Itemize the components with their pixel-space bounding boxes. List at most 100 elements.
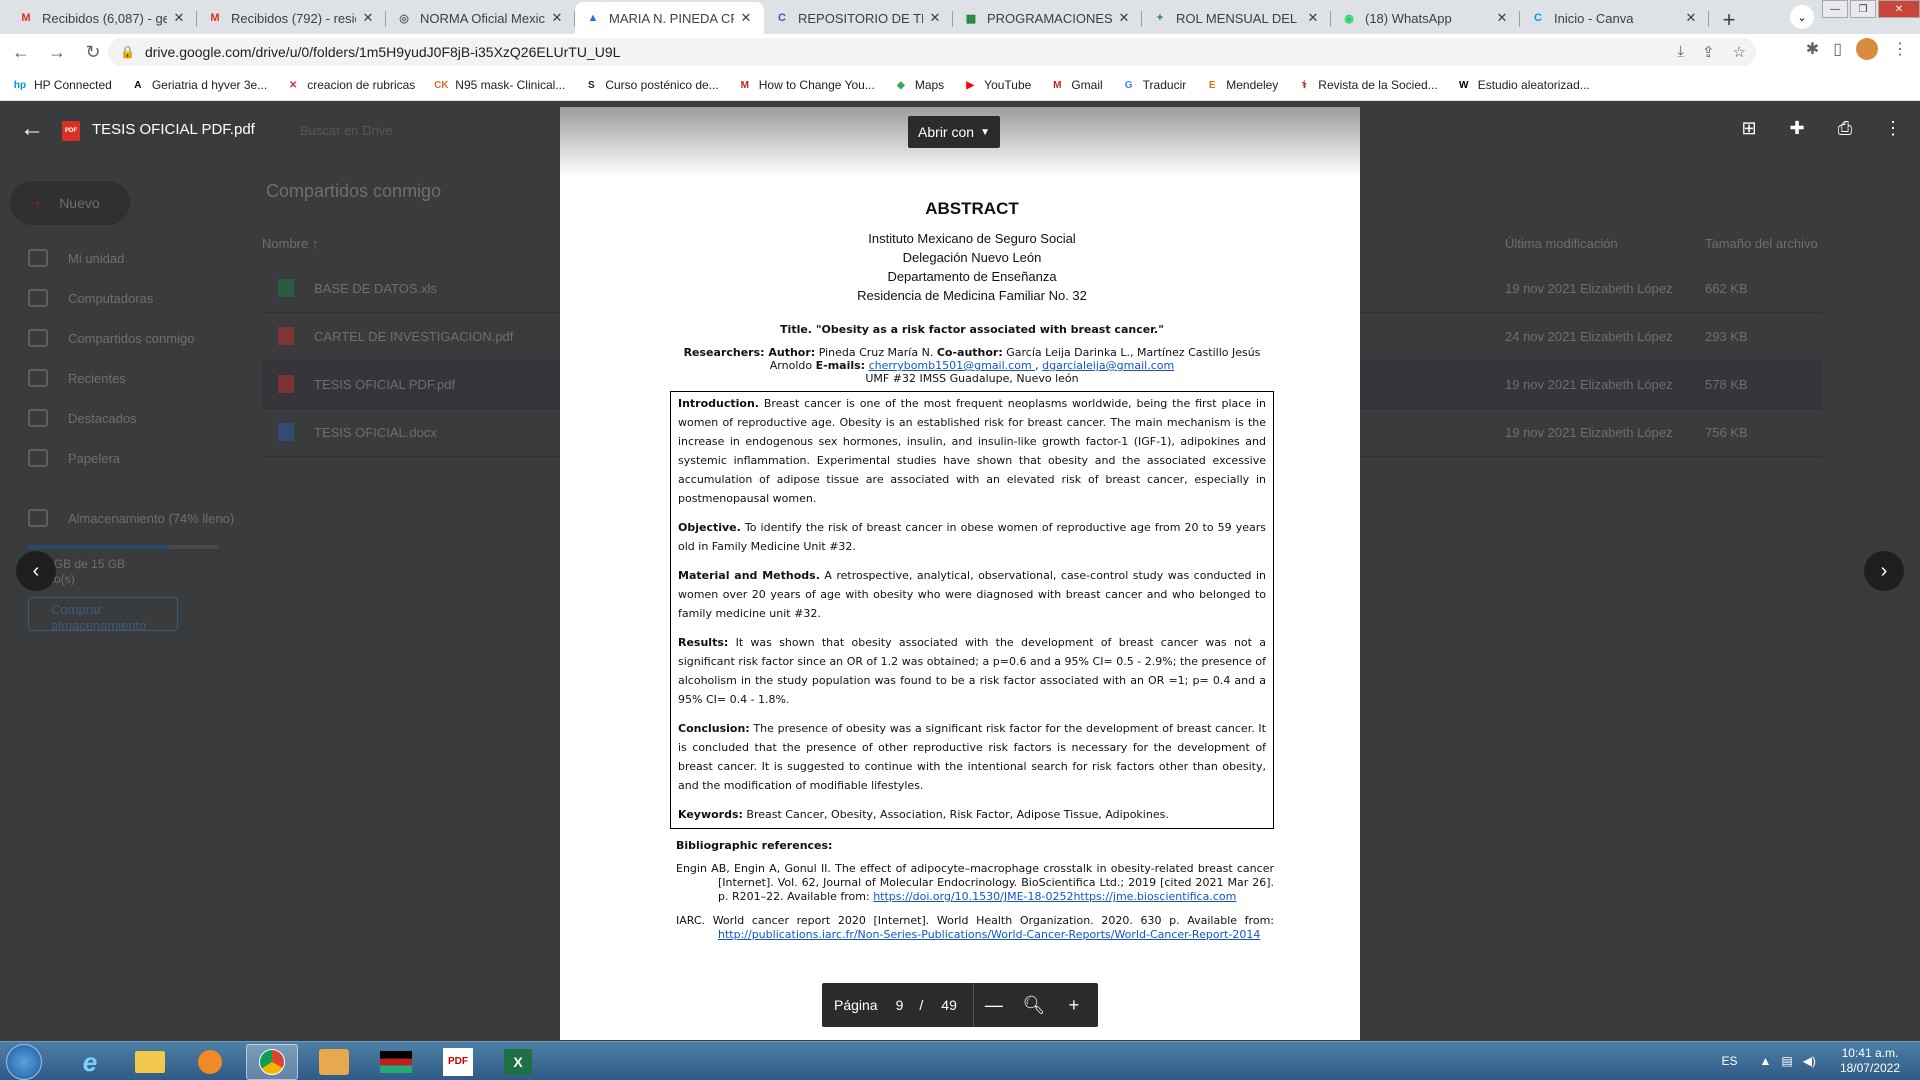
more-options-icon[interactable]: ⋮ [1882, 117, 1904, 139]
sidebar-item-storage[interactable]: Almacenamiento (74% lleno) [28, 509, 234, 527]
share-icon[interactable]: ⇪ [1702, 43, 1715, 61]
minimize-button[interactable]: — [1822, 0, 1848, 18]
reload-icon[interactable]: ↻ [78, 37, 108, 67]
sidebar-item-computadoras[interactable]: Computadoras [28, 289, 153, 307]
bookmark-label: N95 mask- Clinical... [455, 78, 566, 92]
bookmark-item[interactable]: S Curso posténico de... [583, 77, 719, 93]
bookmark-item[interactable]: ✕ creacion de rubricas [285, 77, 415, 93]
col-size-header[interactable]: Tamaño del archivo [1705, 236, 1818, 251]
new-tab-button[interactable]: + [1713, 6, 1745, 34]
network-icon[interactable]: ▤ [1781, 1054, 1792, 1068]
tab-close-icon[interactable]: ✕ [171, 10, 187, 26]
url-text[interactable]: drive.google.com/drive/u/0/folders/1m5H9… [145, 44, 620, 60]
sidebar-item-recientes[interactable]: Recientes [28, 369, 126, 387]
bookmark-item[interactable]: ◆ Maps [893, 77, 944, 93]
back-arrow-icon[interactable]: ← [6, 37, 36, 67]
ie-icon[interactable]: e [64, 1044, 116, 1080]
browser-tab[interactable]: ▦ PROGRAMACIONES MEI✕ [953, 2, 1142, 34]
bookmark-star-icon[interactable]: ☆ [1733, 43, 1746, 61]
email-link[interactable]: cherrybomb1501@gmail.com [869, 359, 1036, 372]
breadcrumb[interactable]: Compartidos conmigo [266, 181, 441, 202]
explorer-folder-icon[interactable] [124, 1044, 176, 1080]
file-name: BASE DE DATOS.xls [314, 281, 438, 296]
previous-file-button[interactable]: ‹ [16, 551, 56, 591]
extensions-icon[interactable]: ✱ [1806, 39, 1819, 59]
sidebar-item-papelera[interactable]: Papelera [28, 449, 120, 467]
tab-search-icon[interactable]: ⌄ [1790, 5, 1814, 29]
sidebar-item-compartidos[interactable]: Compartidos conmigo [28, 329, 194, 347]
lock-icon: 🔒 [120, 45, 135, 59]
tab-close-icon[interactable]: ✕ [1683, 10, 1699, 26]
zoom-in-button[interactable]: + [1054, 995, 1094, 1016]
browser-tab[interactable]: C Inicio - Canva ✕ [1520, 2, 1709, 34]
tab-close-icon[interactable]: ✕ [549, 10, 565, 26]
tab-close-icon[interactable]: ✕ [1494, 10, 1510, 26]
browser-tab[interactable]: M Recibidos (792) - reside ✕ [197, 2, 386, 34]
sidebar-item-destacados[interactable]: Destacados [28, 409, 137, 427]
col-name-header[interactable]: Nombre ↑ [262, 236, 318, 251]
buy-storage-button[interactable]: Comprar almacenamiento [28, 597, 178, 633]
tray-arrow-icon[interactable]: ▲ [1759, 1054, 1771, 1068]
install-icon[interactable]: ⤓ [1677, 43, 1684, 61]
tab-close-icon[interactable]: ✕ [360, 10, 376, 26]
address-bar[interactable]: 🔒 drive.google.com/drive/u/0/folders/1m5… [108, 38, 1756, 66]
media-player-icon[interactable] [184, 1044, 236, 1080]
tab-close-icon[interactable]: ✕ [1116, 10, 1132, 26]
profile-avatar[interactable] [1856, 38, 1878, 60]
browser-tab[interactable]: M Recibidos (6,087) - gem ✕ [8, 2, 197, 34]
windows-taskbar: e PDF X ES ▲ ▤ ◀) 10:41 a.m. 18/07/2022 [0, 1041, 1920, 1080]
browser-tab[interactable]: + ROL MENSUAL DEL PO✕ [1142, 2, 1331, 34]
clock[interactable]: 10:41 a.m. 18/07/2022 [1840, 1046, 1900, 1076]
forward-arrow-icon[interactable]: → [42, 37, 72, 67]
print-icon[interactable]: ⎙ [1834, 117, 1856, 139]
browser-tab[interactable]: ◉ (18) WhatsApp ✕ [1331, 2, 1520, 34]
sidebar-item-mi-unidad[interactable]: Mi unidad [28, 249, 124, 267]
browser-tab[interactable]: C REPOSITORIO DE TESIS✕ [764, 2, 953, 34]
back-arrow-icon[interactable]: ← [20, 115, 44, 143]
next-file-button[interactable]: › [1864, 551, 1904, 591]
col-modified-header[interactable]: Última modificación [1505, 236, 1618, 251]
language-indicator[interactable]: ES [1721, 1054, 1737, 1068]
reference-link[interactable]: https://doi.org/10.1530/JME-18-0252https… [873, 890, 1236, 903]
zoom-icon[interactable]: 🔍︎ [1014, 995, 1054, 1016]
bookmark-item[interactable]: CK N95 mask- Clinical... [433, 77, 565, 93]
zoom-out-button[interactable]: — [974, 995, 1014, 1016]
bookmark-item[interactable]: M How to Change You... [737, 77, 875, 93]
tab-close-icon[interactable]: ✕ [927, 10, 943, 26]
clock-date: 18/07/2022 [1839, 1061, 1900, 1075]
reference-link[interactable]: http://publications.iarc.fr/Non-Series-P… [718, 928, 1260, 941]
excel-icon[interactable]: X [492, 1044, 544, 1080]
messenger-icon[interactable] [308, 1044, 360, 1080]
start-button[interactable] [6, 1044, 42, 1080]
tab-favicon-icon: ◉ [1344, 12, 1354, 25]
bookmark-item[interactable]: hp HP Connected [12, 77, 112, 93]
file-type-icon [278, 327, 294, 345]
maximize-button[interactable]: ❐ [1850, 0, 1876, 18]
menu-kebab-icon[interactable]: ⋮ [1892, 39, 1908, 59]
add-comment-icon[interactable]: ✚ [1786, 117, 1808, 139]
volume-icon[interactable]: ◀) [1803, 1054, 1816, 1068]
side-panel-icon[interactable]: ▯ [1833, 39, 1842, 59]
browser-tab[interactable]: ◎ NORMA Oficial Mexicana✕ [386, 2, 575, 34]
bookmark-item[interactable]: E Mendeley [1204, 77, 1278, 93]
email-link[interactable]: dgarcialeija@gmail.com [1042, 359, 1174, 372]
open-with-button[interactable]: Abrir con ▼ [908, 116, 1000, 148]
flag-app-icon[interactable] [370, 1044, 422, 1080]
bookmark-item[interactable]: G Traducir [1121, 77, 1186, 93]
tab-close-icon[interactable]: ✕ [738, 10, 754, 26]
bookmark-item[interactable]: ▶ YouTube [962, 77, 1031, 93]
bookmark-item[interactable]: W Estudio aleatorizad... [1456, 77, 1590, 93]
open-with-label: Abrir con [918, 124, 975, 140]
bookmark-item[interactable]: M Gmail [1049, 77, 1103, 93]
page-number-input[interactable]: 9 [896, 997, 904, 1013]
bookmark-item[interactable]: A Geriatria d hyver 3e... [130, 77, 267, 93]
add-to-drive-icon[interactable]: ⊞ [1738, 117, 1760, 139]
new-button[interactable]: + Nuevo [10, 181, 130, 225]
browser-tab[interactable]: ▲ MARIA N. PINEDA CRUZ✕ [575, 2, 764, 34]
pdf-app-icon[interactable]: PDF [432, 1044, 484, 1080]
close-window-button[interactable]: ✕ [1878, 0, 1920, 18]
bookmark-item[interactable]: ⚕ Revista de la Socied... [1296, 77, 1438, 93]
tab-close-icon[interactable]: ✕ [1305, 10, 1321, 26]
chrome-icon[interactable] [246, 1044, 298, 1080]
bookmark-label: HP Connected [34, 78, 112, 92]
